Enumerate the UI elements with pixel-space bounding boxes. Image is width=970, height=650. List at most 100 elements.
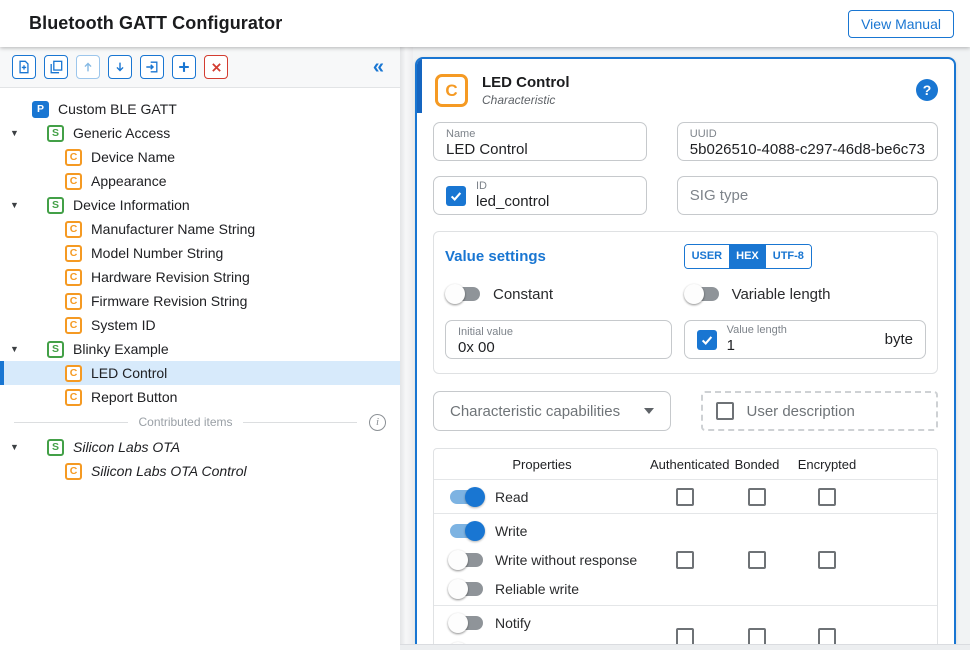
- collapse-panel-button[interactable]: «: [369, 57, 388, 77]
- add-item-button[interactable]: [172, 55, 196, 79]
- card-accent-bar: [417, 59, 422, 113]
- toggle-off-icon[interactable]: [450, 616, 483, 630]
- characteristic-icon: C: [65, 317, 82, 334]
- user-description-label: User description: [747, 403, 855, 420]
- characteristic-icon: C: [435, 74, 468, 107]
- uuid-field-label: UUID: [690, 128, 925, 140]
- notify-encrypted-checkbox[interactable]: [818, 628, 836, 644]
- constant-toggle[interactable]: Constant: [445, 283, 672, 305]
- horizontal-scrollbar[interactable]: [400, 644, 970, 650]
- editor-header: C LED Control Characteristic ?: [433, 74, 938, 107]
- gatt-tree: P Custom BLE GATT ▼ S Generic Access C D…: [0, 88, 400, 650]
- tree-item-device-name[interactable]: C Device Name: [0, 145, 400, 169]
- service-icon: S: [47, 197, 64, 214]
- arrow-down-icon: [113, 60, 127, 74]
- notify-toggle[interactable]: Notify: [434, 608, 650, 637]
- service-icon: S: [47, 439, 64, 456]
- move-down-button[interactable]: [108, 55, 132, 79]
- read-authenticated-checkbox[interactable]: [676, 488, 694, 506]
- name-field-label: Name: [446, 128, 634, 140]
- delete-x-icon: [210, 61, 223, 74]
- move-up-button[interactable]: [76, 55, 100, 79]
- segment-utf8[interactable]: UTF-8: [766, 245, 811, 268]
- gatt-tree-panel: « P Custom BLE GATT ▼ S Generic Access C…: [0, 47, 400, 650]
- tree-item-system-id[interactable]: C System ID: [0, 313, 400, 337]
- tree-item-custom-ble-gatt[interactable]: P Custom BLE GATT: [0, 97, 400, 121]
- indicate-toggle[interactable]: Indicate: [434, 637, 650, 644]
- characteristic-icon: C: [65, 293, 82, 310]
- toggle-on-icon[interactable]: [450, 524, 483, 538]
- toggle-off-icon[interactable]: [447, 287, 480, 301]
- info-icon[interactable]: i: [369, 414, 386, 431]
- toggle-on-icon[interactable]: [450, 490, 483, 504]
- write-toggle[interactable]: Write: [434, 516, 650, 545]
- tree-item-silicon-labs-ota[interactable]: ▼ S Silicon Labs OTA: [0, 435, 400, 459]
- expander-icon[interactable]: ▼: [10, 443, 19, 452]
- service-icon: S: [47, 125, 64, 142]
- user-description-option[interactable]: User description: [701, 391, 939, 431]
- header-encrypted: Encrypted: [794, 457, 860, 472]
- import-button[interactable]: [140, 55, 164, 79]
- tree-item-report-button[interactable]: C Report Button: [0, 385, 400, 409]
- write-authenticated-checkbox[interactable]: [676, 551, 694, 569]
- tree-item-manufacturer-name-string[interactable]: C Manufacturer Name String: [0, 217, 400, 241]
- tree-item-model-number-string[interactable]: C Model Number String: [0, 241, 400, 265]
- tree-item-generic-access[interactable]: ▼ S Generic Access: [0, 121, 400, 145]
- tree-item-hardware-revision-string[interactable]: C Hardware Revision String: [0, 265, 400, 289]
- user-description-checkbox[interactable]: [716, 402, 734, 420]
- id-checkbox[interactable]: [446, 186, 466, 206]
- read-toggle[interactable]: Read: [434, 482, 650, 511]
- write-encrypted-checkbox[interactable]: [818, 551, 836, 569]
- notify-authenticated-checkbox[interactable]: [676, 628, 694, 644]
- contributed-items-divider: Contributed items i: [0, 409, 400, 435]
- sig-type-field[interactable]: SIG type: [677, 176, 938, 215]
- tree-item-silicon-labs-ota-control[interactable]: C Silicon Labs OTA Control: [0, 459, 400, 483]
- segment-hex[interactable]: HEX: [729, 245, 766, 268]
- value-length-field[interactable]: Value length 1 byte: [684, 320, 926, 359]
- header-authenticated: Authenticated: [650, 457, 720, 472]
- read-encrypted-checkbox[interactable]: [818, 488, 836, 506]
- capabilities-dropdown-label: Characteristic capabilities: [450, 403, 620, 420]
- toggle-off-icon[interactable]: [450, 582, 483, 596]
- name-field[interactable]: Name LED Control: [433, 122, 647, 161]
- view-manual-button[interactable]: View Manual: [848, 10, 954, 38]
- app-header: Bluetooth GATT Configurator View Manual: [0, 0, 970, 47]
- new-item-button[interactable]: [12, 55, 36, 79]
- divider-line: [243, 422, 357, 423]
- segment-user[interactable]: USER: [685, 245, 730, 268]
- tree-item-firmware-revision-string[interactable]: C Firmware Revision String: [0, 289, 400, 313]
- characteristic-icon: C: [65, 389, 82, 406]
- read-bonded-checkbox[interactable]: [748, 488, 766, 506]
- characteristic-editor-card: C LED Control Characteristic ? Name LED …: [415, 57, 956, 644]
- write-without-response-toggle[interactable]: Write without response: [434, 545, 650, 574]
- notify-bonded-checkbox[interactable]: [748, 628, 766, 644]
- uuid-field[interactable]: UUID 5b026510-4088-c297-46d8-be6c73: [677, 122, 938, 161]
- toggle-off-icon[interactable]: [686, 287, 719, 301]
- initial-value-field[interactable]: Initial value 0x 00: [445, 320, 672, 359]
- characteristic-icon: C: [65, 365, 82, 382]
- tree-item-appearance[interactable]: C Appearance: [0, 169, 400, 193]
- check-icon: [700, 333, 714, 347]
- tree-item-device-information[interactable]: ▼ S Device Information: [0, 193, 400, 217]
- tree-item-blinky-example[interactable]: ▼ S Blinky Example: [0, 337, 400, 361]
- toggle-off-icon[interactable]: [450, 553, 483, 567]
- property-group-write: Write Write without response Reliable wr…: [434, 513, 937, 605]
- reliable-write-toggle[interactable]: Reliable write: [434, 574, 650, 603]
- write-bonded-checkbox[interactable]: [748, 551, 766, 569]
- duplicate-button[interactable]: [44, 55, 68, 79]
- tree-item-led-control[interactable]: C LED Control: [0, 361, 400, 385]
- name-field-value: LED Control: [446, 140, 634, 159]
- property-group-notify: Notify Indicate: [434, 605, 937, 644]
- copy-icon: [49, 60, 63, 74]
- characteristic-icon: C: [65, 245, 82, 262]
- delete-item-button[interactable]: [204, 55, 228, 79]
- expander-icon[interactable]: ▼: [10, 129, 19, 138]
- id-field[interactable]: ID led_control: [433, 176, 647, 215]
- value-length-checkbox[interactable]: [697, 330, 717, 350]
- expander-icon[interactable]: ▼: [10, 201, 19, 210]
- help-button[interactable]: ?: [916, 79, 938, 101]
- characteristic-capabilities-dropdown[interactable]: Characteristic capabilities: [433, 391, 671, 431]
- panel-splitter[interactable]: [400, 47, 413, 650]
- expander-icon[interactable]: ▼: [10, 345, 19, 354]
- variable-length-toggle[interactable]: Variable length: [684, 283, 926, 305]
